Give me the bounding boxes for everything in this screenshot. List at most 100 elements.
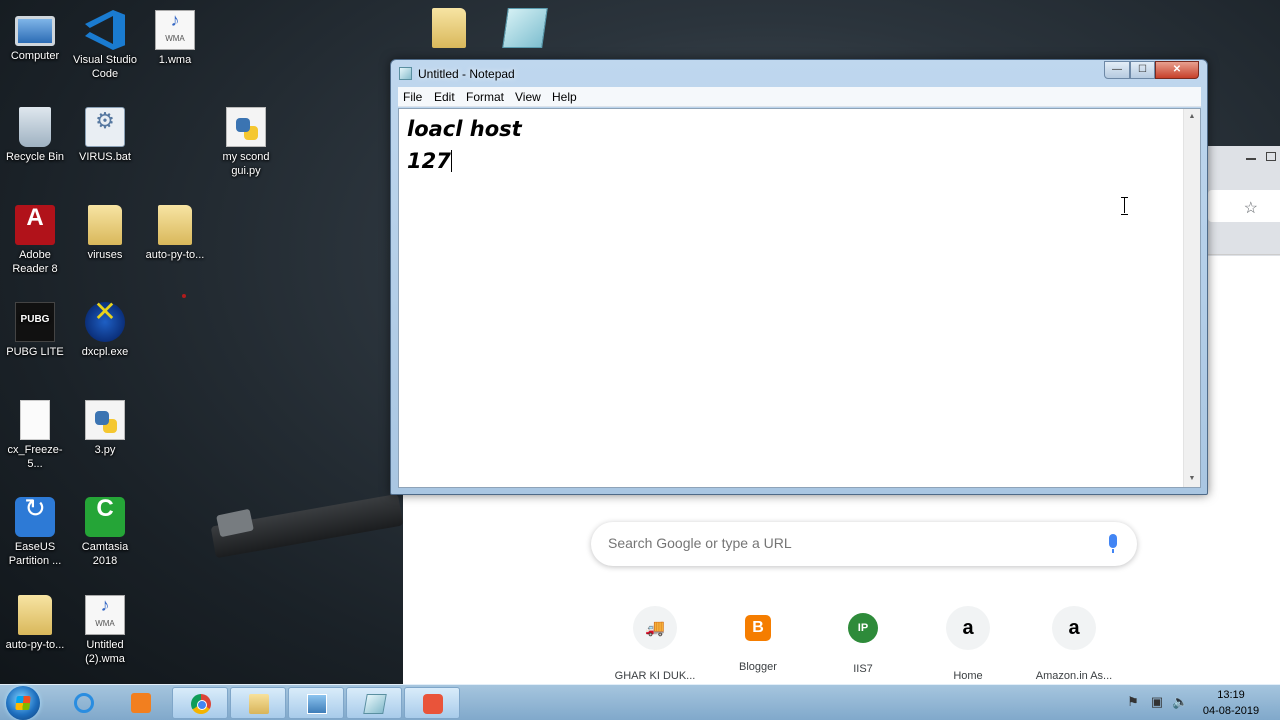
shortcut-tile[interactable]: B Blogger <box>702 606 814 673</box>
menu-file[interactable]: File <box>403 90 422 104</box>
clock-time[interactable]: 13:19 <box>1196 688 1266 702</box>
ghar-ki-dukan-icon: 🚚 <box>633 606 677 650</box>
desktop-icon-label: VIRUS.bat <box>79 151 131 163</box>
desktop-icon-auto-py-to-zip[interactable]: auto-py-to... <box>0 595 70 652</box>
desktop-icon-my-scond-gui[interactable]: my scond gui.py <box>211 107 281 178</box>
shortcut-tile[interactable]: 🚚 GHAR KI DUK... <box>599 606 711 682</box>
editor-line: 127 <box>407 149 451 173</box>
notepad-window[interactable]: Untitled - Notepad — ☐ ✕ File Edit Forma… <box>390 59 1208 495</box>
desktop-icon-label: viruses <box>87 249 123 261</box>
vscode-icon <box>85 10 125 50</box>
menu-help[interactable]: Help <box>552 90 577 104</box>
taskbar-app-camtasia[interactable] <box>404 687 460 719</box>
chrome-maximize-button[interactable] <box>1266 152 1276 161</box>
shortcut-tile[interactable]: a Amazon.in As... <box>1018 606 1130 682</box>
vertical-scrollbar[interactable]: ▲ ▼ <box>1183 109 1200 487</box>
desktop-icon-label: dxcpl.exe <box>81 346 129 358</box>
folder-icon <box>88 205 122 245</box>
clock-date[interactable]: 04-08-2019 <box>1196 704 1266 718</box>
desktop-icon-untitled-2-wma[interactable]: Untitled (2).wma <box>70 595 140 666</box>
editor-content: loacl host 127 <box>407 113 522 177</box>
menu-view[interactable]: View <box>515 90 541 104</box>
wallpaper-dot <box>182 294 186 298</box>
desktop-icon-adobe-reader[interactable]: Adobe Reader 8 <box>0 205 70 276</box>
shortcut-tile[interactable]: IP IIS7 <box>807 606 919 675</box>
shortcut-label: Blogger <box>739 661 777 673</box>
chrome-icon <box>191 694 211 714</box>
desktop-icon-label: Visual Studio Code <box>72 54 137 80</box>
camtasia-icon <box>85 497 125 537</box>
desktop-icon-3-py[interactable]: 3.py <box>70 400 140 457</box>
scroll-up-icon[interactable]: ▲ <box>1184 109 1200 125</box>
desktop-icon-1-wma[interactable]: 1.wma <box>140 10 210 67</box>
taskbar-app-internet-explorer[interactable] <box>56 687 112 719</box>
desktop-icon-label: auto-py-to... <box>5 639 65 651</box>
desktop-icon-label: cx_Freeze-5... <box>7 444 63 470</box>
text-editor[interactable]: loacl host 127 ▲ ▼ <box>398 108 1201 488</box>
zip-folder-icon <box>432 8 466 48</box>
desktop-icon-dxcpl[interactable]: dxcpl.exe <box>70 302 140 359</box>
start-button[interactable] <box>6 686 40 720</box>
menu-bar: File Edit Format View Help <box>398 87 1201 107</box>
desktop-icon-label: auto-py-to... <box>145 249 205 261</box>
adobe-reader-icon <box>15 205 55 245</box>
menu-format[interactable]: Format <box>466 90 504 104</box>
camtasia-icon <box>423 694 443 714</box>
taskbar-app-chrome[interactable] <box>172 687 228 719</box>
desktop-icon-pubg-lite[interactable]: PUBG LITE <box>0 302 70 359</box>
text-caret <box>450 150 452 172</box>
microphone-icon[interactable] <box>1109 534 1117 553</box>
desktop-icon-label: Computer <box>10 50 60 62</box>
desktop-icon-label: my scond gui.py <box>222 151 270 177</box>
desktop-icon-camtasia[interactable]: Camtasia 2018 <box>70 497 140 568</box>
minimize-button[interactable]: — <box>1104 61 1130 79</box>
folder-icon <box>249 694 269 714</box>
menu-edit[interactable]: Edit <box>434 90 455 104</box>
google-search-box[interactable]: Search Google or type a URL <box>591 522 1137 566</box>
notepad-icon <box>399 67 412 80</box>
blogger-icon: B <box>745 615 771 641</box>
blank-file-icon <box>20 400 50 440</box>
close-button[interactable]: ✕ <box>1155 61 1199 79</box>
desktop-icon-cx-freeze[interactable]: cx_Freeze-5... <box>0 400 70 471</box>
scroll-down-icon[interactable]: ▼ <box>1184 471 1200 487</box>
desktop-icon-viruses[interactable]: viruses <box>70 205 140 262</box>
window-title: Untitled - Notepad <box>418 67 515 81</box>
taskbar-app-file-explorer[interactable] <box>230 687 286 719</box>
taskbar-app-remote-desktop[interactable] <box>288 687 344 719</box>
desktop-icon-label: Recycle Bin <box>5 151 65 163</box>
desktop-icon-recycle-bin[interactable]: Recycle Bin <box>0 107 70 164</box>
desktop-icon-partial-zip[interactable] <box>414 8 484 51</box>
easeus-icon <box>15 497 55 537</box>
desktop-icon-label: EaseUS Partition ... <box>8 541 62 567</box>
action-center-icon[interactable]: ⚑ <box>1126 695 1140 709</box>
desktop-icon-auto-py-to-folder[interactable]: auto-py-to... <box>140 205 210 262</box>
taskbar-app-media-player[interactable] <box>113 687 169 719</box>
ibeam-cursor-icon <box>1120 197 1129 215</box>
desktop-icon-vscode[interactable]: Visual Studio Code <box>70 10 140 81</box>
network-icon[interactable]: ▣ <box>1150 695 1164 709</box>
desktop-icon-label: 3.py <box>94 444 116 456</box>
volume-icon[interactable]: 🔈 <box>1172 695 1188 709</box>
shortcut-label: Home <box>953 670 983 682</box>
ie-icon <box>74 693 94 713</box>
shortcut-label: Amazon.in As... <box>1035 670 1113 682</box>
desktop-icon-easeus[interactable]: EaseUS Partition ... <box>0 497 70 568</box>
shortcut-tile[interactable]: a Home <box>912 606 1024 682</box>
bookmark-star-icon[interactable]: ☆ <box>1244 198 1258 218</box>
chrome-minimize-button[interactable] <box>1246 158 1256 160</box>
shortcut-label: GHAR KI DUK... <box>614 670 696 682</box>
taskbar-app-notepad[interactable] <box>346 687 402 719</box>
desktop-icon-partial-notepad[interactable] <box>490 8 560 51</box>
maximize-button[interactable]: ☐ <box>1130 61 1155 79</box>
amazon-icon: a <box>946 606 990 650</box>
desktop-icon-computer[interactable]: Computer <box>0 10 70 63</box>
taskbar: ⚑ ▣ 🔈 13:19 04-08-2019 <box>0 684 1280 720</box>
editor-line: loacl host <box>407 117 522 141</box>
notepad-icon <box>502 8 548 48</box>
python-file-icon <box>226 107 266 147</box>
shortcut-label: IIS7 <box>853 663 873 675</box>
search-placeholder: Search Google or type a URL <box>608 535 792 551</box>
desktop-icon-label: Untitled (2).wma <box>85 639 125 665</box>
desktop-icon-virus-bat[interactable]: VIRUS.bat <box>70 107 140 164</box>
